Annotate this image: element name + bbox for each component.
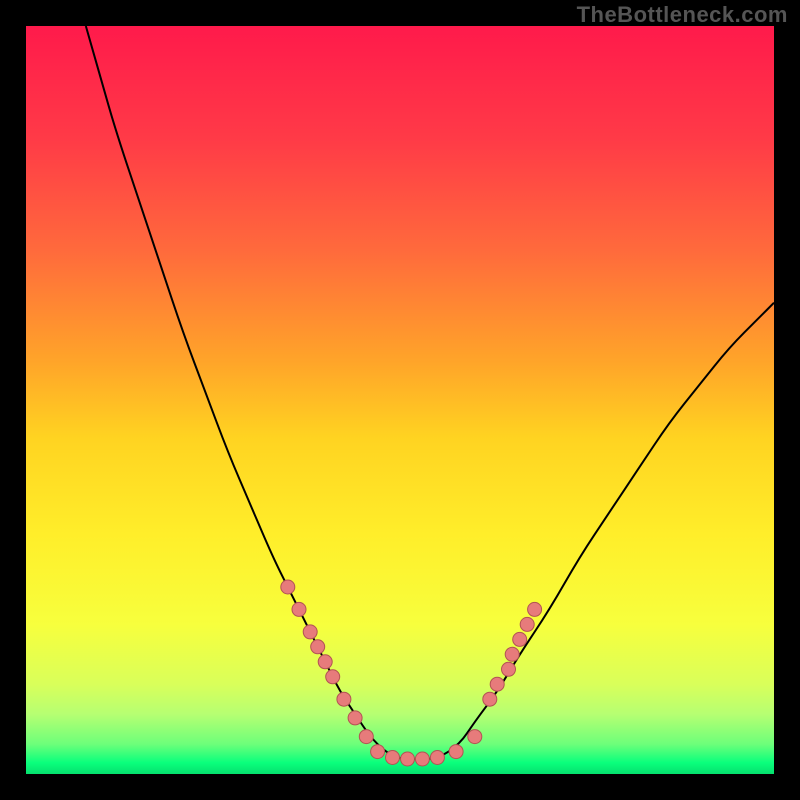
data-point — [303, 625, 317, 639]
attribution-text: TheBottleneck.com — [577, 2, 788, 28]
data-point — [337, 692, 351, 706]
data-point — [483, 692, 497, 706]
data-point — [348, 711, 362, 725]
data-point — [520, 617, 534, 631]
data-point — [490, 677, 504, 691]
data-point — [513, 632, 527, 646]
data-point — [430, 751, 444, 765]
plot-area — [26, 26, 774, 774]
data-point — [371, 745, 385, 759]
bottleneck-chart — [26, 26, 774, 774]
data-point — [505, 647, 519, 661]
data-point — [281, 580, 295, 594]
data-point — [311, 640, 325, 654]
data-point — [415, 752, 429, 766]
data-point — [318, 655, 332, 669]
data-point — [449, 745, 463, 759]
gradient-background — [26, 26, 774, 774]
chart-frame: TheBottleneck.com — [0, 0, 800, 800]
data-point — [359, 730, 373, 744]
data-point — [528, 602, 542, 616]
data-point — [326, 670, 340, 684]
data-point — [468, 730, 482, 744]
data-point — [401, 752, 415, 766]
data-point — [502, 662, 516, 676]
data-point — [292, 602, 306, 616]
data-point — [386, 751, 400, 765]
